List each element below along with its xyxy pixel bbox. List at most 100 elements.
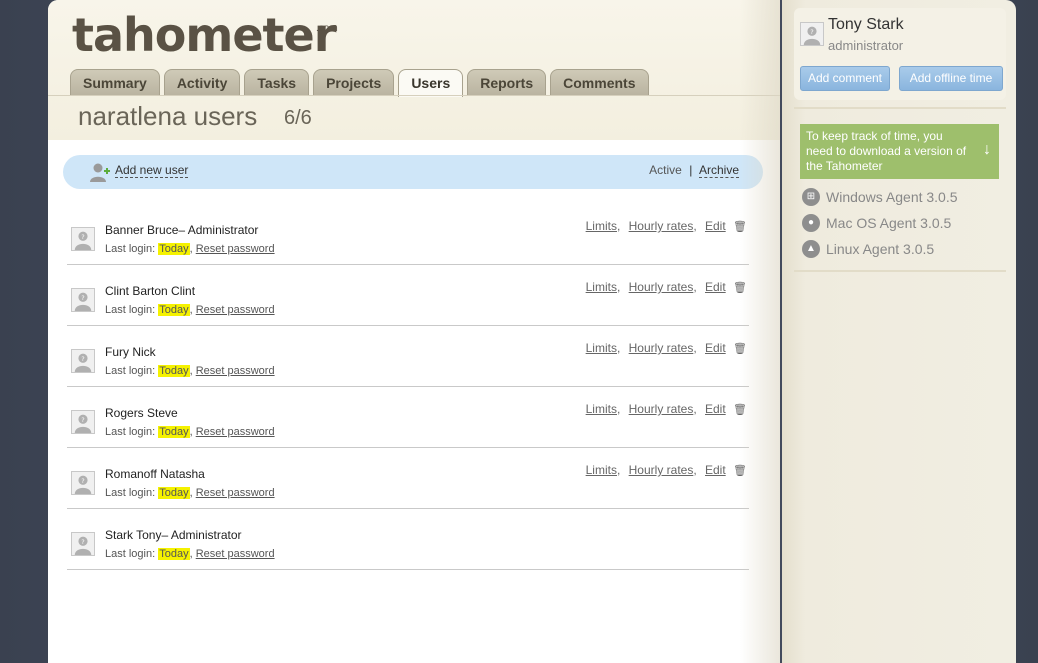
tab-reports[interactable]: Reports — [467, 69, 547, 96]
user-meta: Last login: Today, Reset password — [105, 243, 275, 255]
limits-link[interactable]: Limits — [586, 402, 617, 416]
filter-active[interactable]: Active — [649, 163, 682, 177]
svg-text:?: ? — [81, 416, 84, 424]
user-row: ? Banner Bruce– Administrator Last login… — [67, 204, 749, 265]
reset-password-link[interactable]: Reset password — [196, 365, 275, 377]
reset-password-link[interactable]: Reset password — [196, 487, 275, 499]
avatar-placeholder-icon: ? — [74, 353, 92, 372]
add-new-user-link[interactable]: Add new user — [115, 163, 189, 178]
avatar-placeholder-icon: ? — [74, 536, 92, 555]
filter-links: Active | Archive — [649, 163, 739, 178]
last-login-label: Last login: — [105, 304, 156, 316]
avatar-placeholder-icon: ? — [74, 292, 92, 311]
user-name: Clint Barton Clint — [105, 284, 196, 298]
avatar-placeholder-icon: ? — [74, 414, 92, 433]
row-actions: Limits, Hourly rates, Edit 🗑 — [581, 341, 747, 355]
tab-projects[interactable]: Projects — [313, 69, 395, 96]
svg-text:?: ? — [81, 477, 84, 485]
reset-password-link[interactable]: Reset password — [196, 243, 275, 255]
edit-link[interactable]: Edit — [705, 341, 726, 355]
profile-name: Tony Stark — [828, 16, 904, 33]
tab-summary[interactable]: Summary — [70, 69, 160, 96]
tab-comments[interactable]: Comments — [550, 69, 649, 96]
hourly-rates-link[interactable]: Hourly rates — [629, 219, 694, 233]
limits-link[interactable]: Limits — [586, 280, 617, 294]
row-actions: Limits, Hourly rates, Edit 🗑 — [581, 402, 747, 416]
linux-agent-link[interactable]: ▲ Linux Agent 3.0.5 — [802, 240, 935, 259]
hourly-rates-link[interactable]: Hourly rates — [629, 341, 694, 355]
add-user-icon[interactable] — [89, 161, 111, 183]
mac-agent-link[interactable]: ● Mac OS Agent 3.0.5 — [802, 214, 952, 233]
svg-text:?: ? — [81, 233, 84, 241]
logo[interactable]: tahometer — [72, 8, 336, 62]
user-count: 6/6 — [284, 107, 312, 129]
edit-link[interactable]: Edit — [705, 402, 726, 416]
svg-text:?: ? — [81, 538, 84, 546]
tab-users[interactable]: Users — [398, 69, 464, 97]
row-actions: Limits, Hourly rates, Edit 🗑 — [581, 463, 747, 477]
linux-icon: ▲ — [802, 240, 820, 259]
user-row: ? Rogers Steve Last login: Today, Reset … — [67, 387, 749, 448]
user-name: Fury Nick — [105, 345, 156, 359]
tab-tasks[interactable]: Tasks — [244, 69, 310, 96]
user-meta: Last login: Today, Reset password — [105, 365, 275, 377]
reset-password-link[interactable]: Reset password — [196, 548, 275, 560]
avatar: ? — [71, 349, 95, 373]
linux-agent-label: Linux Agent 3.0.5 — [826, 241, 935, 257]
hourly-rates-link[interactable]: Hourly rates — [629, 280, 694, 294]
windows-agent-link[interactable]: ⊞ Windows Agent 3.0.5 — [802, 188, 958, 207]
sidebar-divider-bottom — [794, 270, 1006, 272]
user-row: ? Romanoff Natasha Last login: Today, Re… — [67, 448, 749, 509]
hourly-rates-link[interactable]: Hourly rates — [629, 463, 694, 477]
svg-text:?: ? — [81, 355, 84, 363]
last-login-value: Today — [158, 304, 190, 316]
reset-password-link[interactable]: Reset password — [196, 426, 275, 438]
limits-link[interactable]: Limits — [586, 463, 617, 477]
add-offline-time-button[interactable]: Add offline time — [899, 66, 1003, 91]
user-meta: Last login: Today, Reset password — [105, 426, 275, 438]
user-meta: Last login: Today, Reset password — [105, 548, 275, 560]
edit-link[interactable]: Edit — [705, 219, 726, 233]
last-login-value: Today — [158, 548, 190, 560]
row-actions: Limits, Hourly rates, Edit 🗑 — [581, 219, 747, 233]
profile-role: administrator — [828, 38, 904, 53]
filter-archive[interactable]: Archive — [698, 163, 739, 178]
limits-link[interactable]: Limits — [586, 219, 617, 233]
reset-password-link[interactable]: Reset password — [196, 304, 275, 316]
add-user-bar: Add new user Active | Archive — [63, 155, 763, 189]
user-list: ? Banner Bruce– Administrator Last login… — [67, 204, 749, 570]
avatar: ? — [800, 22, 824, 46]
last-login-label: Last login: — [105, 243, 156, 255]
download-banner[interactable]: To keep track of time, you need to downl… — [800, 124, 999, 179]
hourly-rates-link[interactable]: Hourly rates — [629, 402, 694, 416]
main-panel: tahometer .com Summary Activity Tasks Pr… — [48, 0, 780, 663]
avatar-placeholder-icon: ? — [74, 475, 92, 494]
add-comment-button[interactable]: Add comment — [800, 66, 890, 91]
download-text: To keep track of time, you need to downl… — [806, 129, 967, 173]
tab-bar: Summary Activity Tasks Projects Users Re… — [70, 69, 649, 97]
mac-agent-label: Mac OS Agent 3.0.5 — [826, 215, 952, 231]
header-area: tahometer .com Summary Activity Tasks Pr… — [48, 0, 780, 140]
last-login-value: Today — [158, 426, 190, 438]
windows-icon: ⊞ — [802, 188, 820, 207]
sidebar: ? Tony Stark administrator Add comment A… — [782, 0, 1016, 663]
sidebar-divider — [794, 107, 1006, 109]
svg-text:?: ? — [81, 294, 84, 302]
last-login-label: Last login: — [105, 548, 156, 560]
user-name: Rogers Steve — [105, 406, 178, 420]
logo-suffix: .com — [316, 23, 338, 34]
last-login-label: Last login: — [105, 365, 156, 377]
windows-agent-label: Windows Agent 3.0.5 — [826, 189, 958, 205]
user-name: Romanoff Natasha — [105, 467, 205, 481]
user-row: ? Stark Tony– Administrator Last login: … — [67, 509, 749, 570]
tab-activity[interactable]: Activity — [163, 69, 241, 96]
last-login-label: Last login: — [105, 426, 156, 438]
apple-icon: ● — [802, 214, 820, 233]
avatar-placeholder-icon: ? — [74, 231, 92, 250]
limits-link[interactable]: Limits — [586, 341, 617, 355]
avatar: ? — [71, 410, 95, 434]
edit-link[interactable]: Edit — [705, 463, 726, 477]
edit-link[interactable]: Edit — [705, 280, 726, 294]
logo-text: tahometer — [72, 8, 336, 62]
avatar: ? — [71, 227, 95, 251]
